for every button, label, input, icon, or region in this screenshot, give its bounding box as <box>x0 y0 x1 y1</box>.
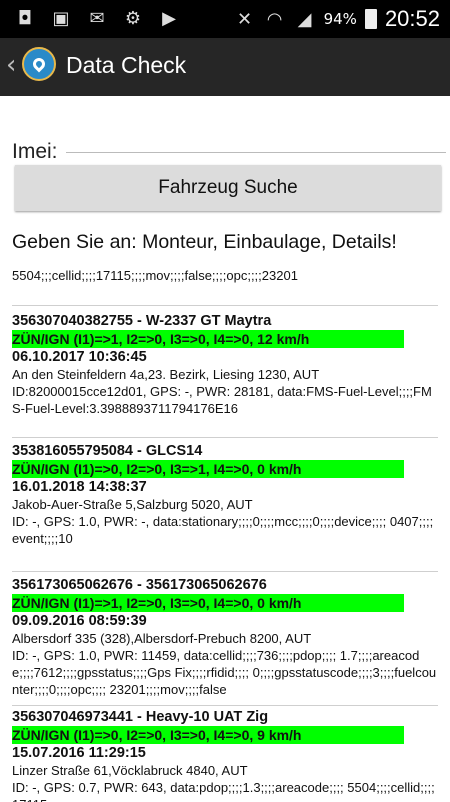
vehicle-search-button[interactable]: Fahrzeug Suche <box>15 165 441 211</box>
mute-icon: ✕ <box>237 8 253 30</box>
imei-input[interactable] <box>66 120 446 153</box>
list-item[interactable]: 356307040382755 - W-2337 GT Maytra ZÜN/I… <box>12 312 438 417</box>
vehicle-header: 353816055795084 - GLCS14 <box>12 443 203 459</box>
device-data: ID: -, GPS: 1.0, PWR: 11459, data:cellid… <box>12 648 437 697</box>
battery-icon <box>364 9 377 29</box>
address: Albersdorf 335 (328),Albersdorf-Prebuch … <box>12 631 312 646</box>
list-item[interactable]: 356307046973441 - Heavy-10 UAT Zig ZÜN/I… <box>12 708 438 802</box>
app-title: Data Check <box>66 52 187 78</box>
gallery-icon: ▣ <box>52 7 70 29</box>
settings-icon: ⚙ <box>124 7 142 29</box>
camera-icon: ◘ <box>17 7 33 29</box>
wifi-icon: ◠ <box>266 8 283 30</box>
system-icons: ✕ ◠ ◢ 94% 20:52 <box>234 6 440 32</box>
timestamp: 09.09.2016 08:59:39 <box>12 613 147 629</box>
divider <box>12 571 438 572</box>
ignition-status: ZÜN/IGN (I1)=>1, I2=>0, I3=>0, I4=>0, 0 … <box>12 594 404 612</box>
device-data: ID: -, GPS: 0.7, PWR: 643, data:pdop;;;;… <box>12 780 435 802</box>
timestamp: 15.07.2016 11:29:15 <box>12 745 146 761</box>
divider <box>12 305 438 306</box>
play-icon: ▶ <box>162 7 176 29</box>
app-bar: ‹ Data Check <box>0 38 450 96</box>
raw-data-line: 5504;;;cellid;;;;17115;;;;mov;;;;false;;… <box>12 268 298 283</box>
ignition-status: ZÜN/IGN (I1)=>0, I2=>0, I3=>1, I4=>0, 0 … <box>12 460 404 478</box>
status-bar: ◘ ▣ ✉ ⚙ ▶ ✕ ◠ ◢ 94% 20:52 <box>0 0 450 38</box>
app-logo-icon[interactable] <box>22 47 56 81</box>
vehicle-header: 356307040382755 - W-2337 GT Maytra <box>12 313 272 329</box>
address: Linzer Straße 61,Vöcklabruck 4840, AUT <box>12 763 248 778</box>
signal-icon: ◢ <box>297 8 312 30</box>
mail-icon: ✉ <box>89 7 105 29</box>
device-data: ID:82000015cce12d01, GPS: -, PWR: 28181,… <box>12 384 432 416</box>
notification-icons: ◘ ▣ ✉ ⚙ ▶ <box>14 7 180 29</box>
address: Jakob-Auer-Straße 5,Salzburg 5020, AUT <box>12 497 253 512</box>
battery-percent: 94% <box>323 10 357 28</box>
instructions-text: Geben Sie an: Monteur, Einbaulage, Detai… <box>12 231 397 253</box>
back-arrow-icon[interactable]: ‹ <box>6 50 16 80</box>
ignition-status: ZÜN/IGN (I1)=>0, I2=>0, I3=>0, I4=>0, 9 … <box>12 726 404 744</box>
device-data: ID: -, GPS: 1.0, PWR: -, data:stationary… <box>12 514 434 546</box>
ignition-status: ZÜN/IGN (I1)=>1, I2=>0, I3=>0, I4=>0, 12… <box>12 330 404 348</box>
timestamp: 06.10.2017 10:36:45 <box>12 349 147 365</box>
vehicle-header: 356307046973441 - Heavy-10 UAT Zig <box>12 709 269 725</box>
divider <box>12 437 438 438</box>
list-item[interactable]: 356173065062676 - 356173065062676 ZÜN/IG… <box>12 576 438 708</box>
imei-label: Imei: <box>12 140 58 163</box>
vehicle-header: 356173065062676 - 356173065062676 <box>12 577 267 593</box>
divider <box>12 705 438 706</box>
list-item[interactable]: 353816055795084 - GLCS14 ZÜN/IGN (I1)=>0… <box>12 442 438 547</box>
timestamp: 16.01.2018 14:38:37 <box>12 479 147 495</box>
clock: 20:52 <box>384 6 440 31</box>
address: An den Steinfeldern 4a,23. Bezirk, Liesi… <box>12 367 320 382</box>
